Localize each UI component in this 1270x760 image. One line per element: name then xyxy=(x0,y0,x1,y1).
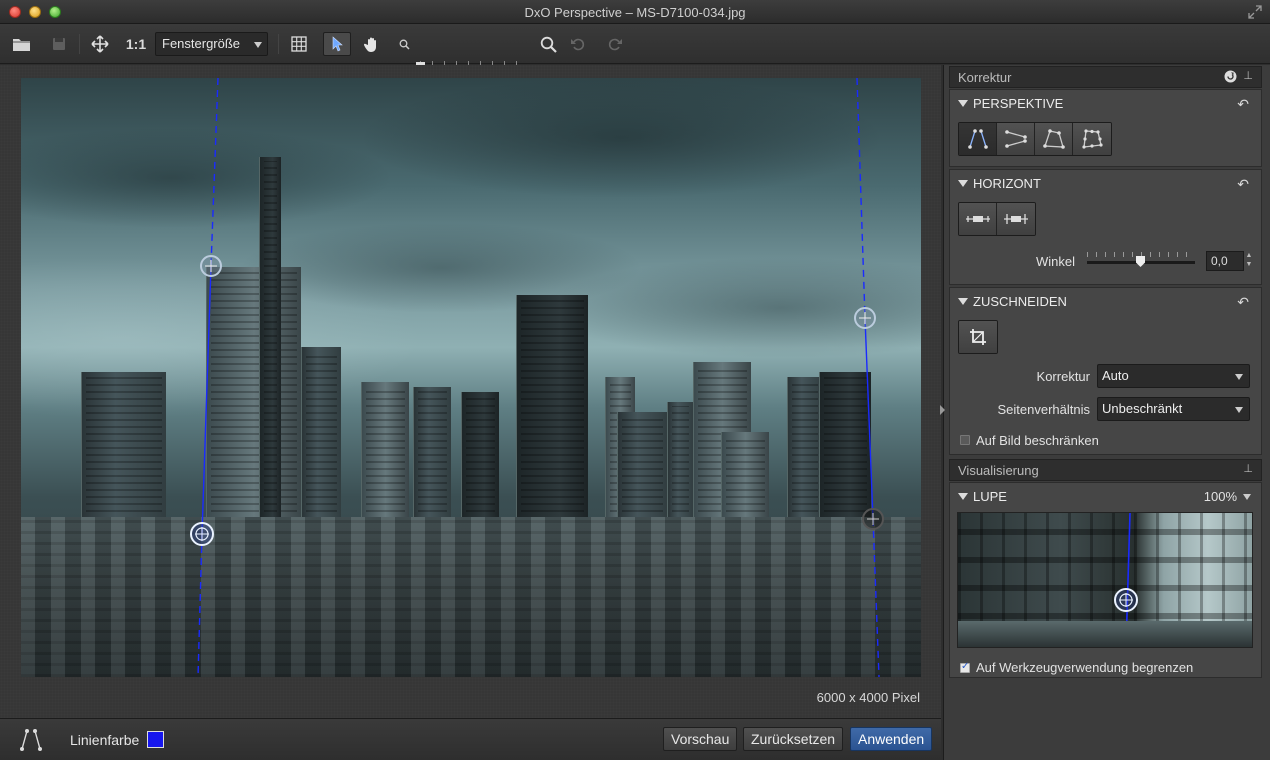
zoom-out-icon[interactable] xyxy=(396,32,412,56)
chevron-down-icon xyxy=(254,42,262,48)
crop-tool-group xyxy=(958,320,998,354)
bottom-bar: Linienfarbe Vorschau Zurücksetzen Anwend… xyxy=(0,718,941,760)
collapse-triangle-icon xyxy=(958,493,968,500)
zoom-100-button[interactable]: 1:1 xyxy=(122,32,150,56)
loupe-preview xyxy=(957,512,1253,648)
redo-icon[interactable] xyxy=(605,32,625,56)
undo-icon[interactable] xyxy=(568,32,588,56)
crop-correction-label: Korrektur xyxy=(1036,369,1090,384)
crop-section-header[interactable]: ZUSCHNEIDEN xyxy=(958,294,1067,309)
guide-handle-top-left[interactable] xyxy=(200,255,222,277)
line-color-label: Linienfarbe xyxy=(70,732,140,748)
angle-label: Winkel xyxy=(1035,254,1075,269)
guide-handle-bottom-right[interactable] xyxy=(862,508,884,530)
reset-button[interactable]: Zurücksetzen xyxy=(743,727,844,751)
vertical-lines-mode-icon[interactable] xyxy=(959,123,997,155)
apply-button[interactable]: Anwenden xyxy=(850,727,933,751)
limit-to-tool-checkbox[interactable] xyxy=(960,661,970,673)
visualization-panel-header: Visualisierung ⊥ xyxy=(949,459,1262,481)
angle-slider-thumb[interactable] xyxy=(1136,256,1145,267)
aspect-ratio-value: Unbeschränkt xyxy=(1102,401,1183,416)
collapse-triangle-icon xyxy=(958,100,968,107)
crop-icon[interactable] xyxy=(959,321,997,353)
horizon-reset-icon[interactable]: ↶ xyxy=(1237,176,1249,193)
chevron-down-icon[interactable] xyxy=(1243,494,1251,500)
eight-point-mode-icon[interactable] xyxy=(1073,123,1111,155)
rectangle-mode-icon[interactable] xyxy=(1035,123,1073,155)
horizon-free-mode-icon[interactable] xyxy=(997,203,1035,235)
chevron-down-icon xyxy=(1235,407,1243,413)
crop-correction-select[interactable]: Auto xyxy=(1097,364,1250,388)
limit-to-tool-label: Auf Werkzeugverwendung begrenzen xyxy=(976,660,1194,675)
save-icon[interactable] xyxy=(47,32,71,56)
perspective-reset-icon[interactable]: ↶ xyxy=(1237,96,1249,113)
right-panel: Korrektur ⊥ PERSPEKTIVE ↶ HORIZONT ↶ Win… xyxy=(940,65,1270,760)
pin-icon[interactable]: ⊥ xyxy=(1243,69,1253,82)
guide-handle-top-right[interactable] xyxy=(854,307,876,329)
main-toolbar: 1:1 Fenstergröße xyxy=(0,24,1270,73)
fit-select-value: Fenstergröße xyxy=(162,36,241,51)
loupe-zoom-value[interactable]: 100% xyxy=(1204,489,1237,504)
perspective-guides[interactable] xyxy=(21,78,921,677)
crop-reset-icon[interactable]: ↶ xyxy=(1237,294,1249,311)
crop-correction-value: Auto xyxy=(1102,368,1129,383)
loupe-section-header[interactable]: LUPE xyxy=(958,489,1007,504)
line-color-swatch[interactable] xyxy=(147,731,164,748)
collapse-panel-icon[interactable] xyxy=(940,405,945,415)
horizon-section: HORIZONT ↶ Winkel 0,0 ▲ ▼ xyxy=(949,169,1262,285)
reset-all-icon[interactable] xyxy=(1224,70,1237,86)
open-folder-icon[interactable] xyxy=(10,32,34,56)
horizon-title: HORIZONT xyxy=(973,176,1041,191)
horizon-mode-group xyxy=(958,202,1036,236)
correction-panel-header: Korrektur ⊥ xyxy=(949,66,1262,88)
chevron-down-icon xyxy=(1235,374,1243,380)
grid-icon[interactable] xyxy=(287,32,311,56)
perspective-section-header[interactable]: PERSPEKTIVE xyxy=(958,96,1063,111)
preview-button[interactable]: Vorschau xyxy=(663,727,738,751)
angle-stepper[interactable]: ▲ ▼ xyxy=(1244,251,1254,271)
guide-handle-bottom-left[interactable] xyxy=(190,522,214,546)
aspect-ratio-select[interactable]: Unbeschränkt xyxy=(1097,397,1250,421)
pin-icon[interactable]: ⊥ xyxy=(1243,462,1253,475)
fullscreen-icon[interactable] xyxy=(1248,5,1262,19)
fit-select[interactable]: Fenstergröße xyxy=(155,32,268,56)
select-tool-icon[interactable] xyxy=(323,32,351,56)
perspective-title: PERSPEKTIVE xyxy=(973,96,1064,111)
move-icon[interactable] xyxy=(88,32,112,56)
hand-tool-icon[interactable] xyxy=(360,32,384,56)
crop-title: ZUSCHNEIDEN xyxy=(973,294,1067,309)
perspective-section: PERSPEKTIVE ↶ xyxy=(949,89,1262,167)
zoom-in-icon[interactable] xyxy=(538,32,558,56)
collapse-triangle-icon xyxy=(958,180,968,187)
visualization-panel-title: Visualisierung xyxy=(958,463,1039,478)
constrain-to-image-label: Auf Bild beschränken xyxy=(976,433,1099,448)
aspect-ratio-label: Seitenverhältnis xyxy=(997,402,1091,417)
correction-panel-title: Korrektur xyxy=(958,70,1012,85)
angle-input[interactable]: 0,0 xyxy=(1206,251,1244,271)
horizon-section-header[interactable]: HORIZONT xyxy=(958,176,1041,191)
horizon-line-mode-icon[interactable] xyxy=(959,203,997,235)
constrain-to-image-checkbox[interactable] xyxy=(960,435,970,445)
image-dimensions-label: 6000 x 4000 Pixel xyxy=(816,690,920,705)
perspective-lines-icon[interactable] xyxy=(18,728,44,755)
crop-section: ZUSCHNEIDEN ↶ Korrektur Auto Seitenverhä… xyxy=(949,287,1262,455)
perspective-mode-group xyxy=(958,122,1112,156)
collapse-triangle-icon xyxy=(958,298,968,305)
horizontal-lines-mode-icon[interactable] xyxy=(997,123,1035,155)
loupe-title: LUPE xyxy=(973,489,1007,504)
title-bar: DxO Perspective – MS-D7100-034.jpg xyxy=(0,0,1270,24)
window-title: DxO Perspective – MS-D7100-034.jpg xyxy=(524,5,746,20)
